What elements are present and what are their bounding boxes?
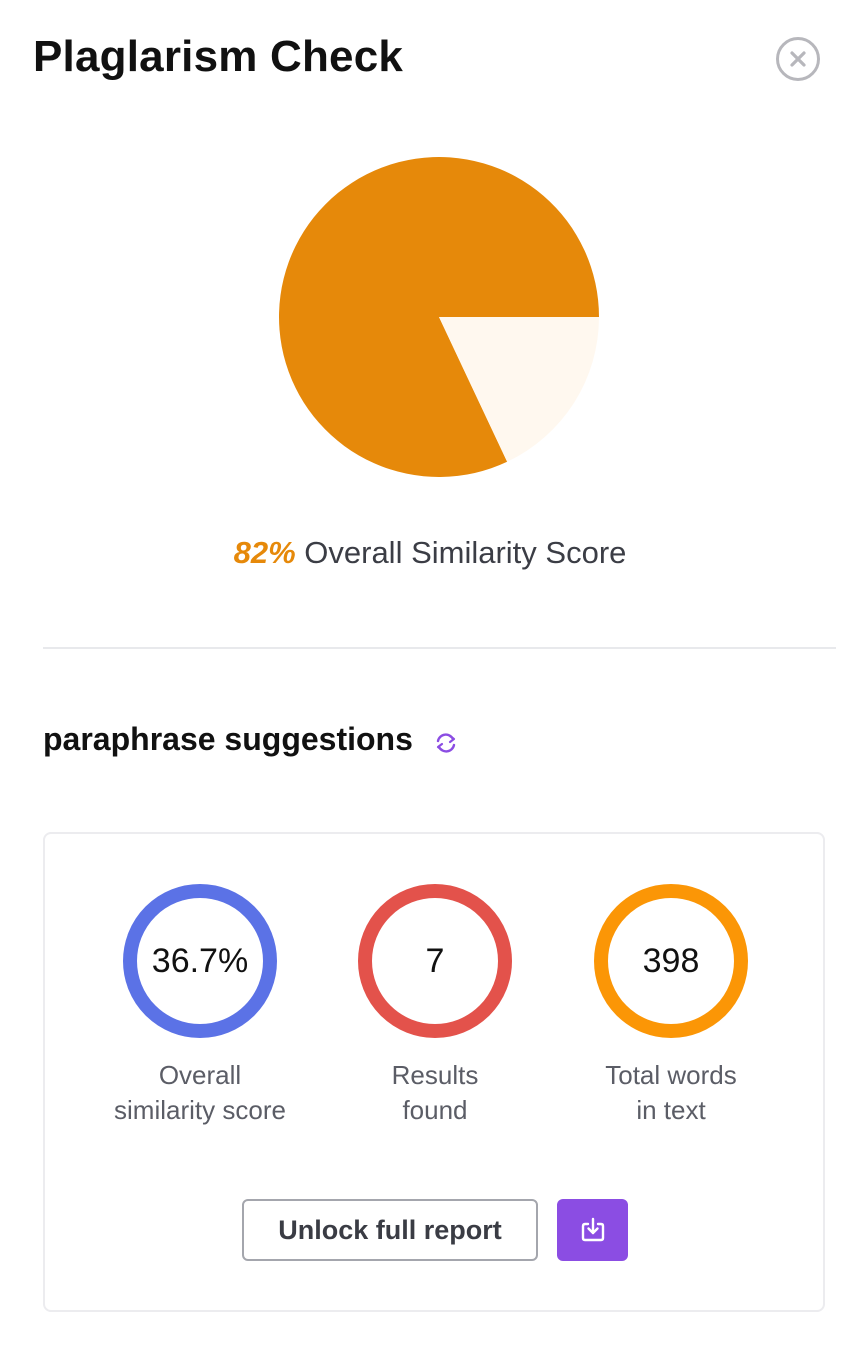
similarity-summary: 82% Overall Similarity Score <box>0 535 860 571</box>
refresh-icon[interactable] <box>433 727 459 753</box>
similarity-label: Overall Similarity Score <box>304 535 627 570</box>
section-heading: paraphrase suggestions <box>43 721 459 758</box>
stat-label: Results found <box>391 1060 479 1125</box>
divider <box>43 647 836 649</box>
stat-similarity: 36.7% Overall similarity score <box>80 884 320 1128</box>
page-title: Plaglarism Check <box>33 32 404 81</box>
similarity-ring: 36.7% <box>123 884 277 1038</box>
download-button[interactable] <box>557 1199 628 1261</box>
download-icon <box>581 1217 604 1242</box>
results-ring: 7 <box>358 884 512 1038</box>
close-circle-icon <box>790 51 806 67</box>
stat-label: Overall similarity score <box>114 1060 286 1125</box>
stat-label: Total words in text <box>605 1060 737 1125</box>
similarity-pie-chart <box>279 157 599 477</box>
close-button[interactable] <box>776 37 820 81</box>
unlock-report-button[interactable]: Unlock full report <box>242 1199 538 1261</box>
stats-card: 36.7% Overall similarity score 7 Results… <box>43 832 825 1312</box>
stat-words: 398 Total words in text <box>551 884 791 1128</box>
similarity-percent: 82% <box>233 535 296 570</box>
section-title: paraphrase suggestions <box>43 721 413 757</box>
stat-results: 7 Results found <box>315 884 555 1128</box>
words-ring: 398 <box>594 884 748 1038</box>
